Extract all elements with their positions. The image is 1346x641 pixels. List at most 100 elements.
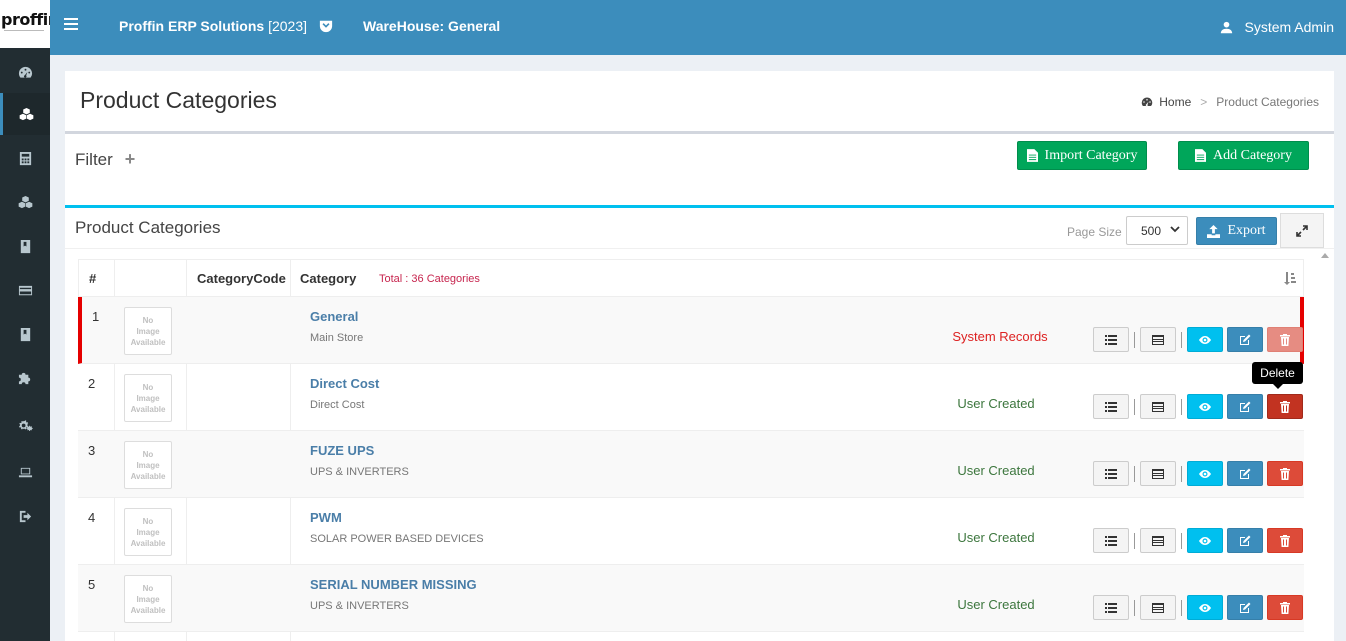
eye-icon [1199,603,1211,612]
sidebar-item-payments[interactable] [0,269,50,311]
header-category[interactable]: Category [300,271,356,286]
edit-button[interactable] [1227,595,1263,620]
sidebar-item-logout[interactable] [0,495,50,537]
table-row[interactable] [78,632,1304,641]
pocket-shield-icon[interactable] [319,19,333,33]
edit-button[interactable] [1227,528,1263,553]
user-icon [1220,21,1232,33]
list-button[interactable] [1093,528,1129,553]
edit-icon [1240,602,1251,613]
dashboard-icon [1141,97,1153,107]
file-icon [1195,149,1207,162]
page-size-select[interactable]: 500 [1126,216,1188,245]
table-row[interactable]: 1 No Image Available General Main Store Sy… [78,297,1304,364]
scroll-up-arrow[interactable] [1321,253,1329,258]
laptop-icon [18,467,32,477]
sidebar-item-modules[interactable] [0,357,50,399]
no-image-placeholder: No Image Available [124,374,172,422]
list-icon [1105,468,1117,479]
category-name-link[interactable]: General [310,309,358,324]
add-category-button[interactable]: Add Category [1178,141,1309,170]
delete-button[interactable] [1267,595,1303,620]
list-button[interactable] [1093,394,1129,419]
delete-button[interactable] [1267,394,1303,419]
logo-text: proffin [1,10,50,29]
trash-icon [1280,467,1290,480]
sidebar-item-products[interactable] [0,93,50,135]
details-button[interactable] [1140,327,1176,352]
menu-toggle-icon[interactable] [64,18,78,30]
add-category-label: Add Category [1213,147,1292,163]
company-name[interactable]: Proffin ERP Solutions [2023] [119,18,307,34]
sidebar-item-dashboard[interactable] [0,51,50,93]
import-category-button[interactable]: Import Category [1017,141,1147,170]
list-button[interactable] [1093,461,1129,486]
expand-button[interactable] [1280,213,1324,248]
category-name-link[interactable]: SERIAL NUMBER MISSING [310,577,477,592]
sidebar-item-inventory[interactable] [0,181,50,223]
calculator-icon [19,151,31,165]
user-menu[interactable]: System Admin [1220,19,1334,35]
page-size-value: 500 [1141,223,1162,238]
list-button[interactable] [1093,327,1129,352]
trash-icon [1280,534,1290,547]
table-row[interactable]: 4 No Image Available PWM SOLAR POWER BASED… [78,498,1304,565]
details-button[interactable] [1140,461,1176,486]
category-parent: SOLAR POWER BASED DEVICES [310,533,484,545]
sort-icon[interactable] [1283,271,1297,285]
sidebar-item-ledger[interactable] [0,225,50,267]
row-actions [1093,461,1303,486]
details-button[interactable] [1140,595,1176,620]
table-row[interactable]: 3 No Image Available FUZE UPS UPS & INVERT… [78,431,1304,498]
export-button[interactable]: Export [1196,217,1277,245]
details-button[interactable] [1140,528,1176,553]
details-button[interactable] [1140,394,1176,419]
filter-label: Filter [75,149,113,169]
edit-icon [1240,334,1251,345]
eye-icon [1199,469,1211,478]
view-button[interactable] [1187,461,1223,486]
edit-icon [1240,468,1251,479]
main-content: Product Categories Home > Product Catego… [65,71,1334,641]
sidebar-item-system[interactable] [0,451,50,493]
status-label: User Created [957,463,1035,478]
logo[interactable]: proffin [0,0,50,48]
trash-icon [1280,400,1290,413]
edit-button[interactable] [1227,327,1263,352]
category-parent: UPS & INVERTERS [310,600,409,612]
delete-button[interactable] [1267,461,1303,486]
row-num: 1 [92,309,100,324]
dashboard-icon [18,66,32,78]
table-row[interactable]: 2 No Image Available Direct Cost Direct Co… [78,364,1304,431]
list-button[interactable] [1093,595,1129,620]
warehouse-selector[interactable]: WareHouse: General [363,18,500,34]
view-button[interactable] [1187,327,1223,352]
no-image-placeholder: No Image Available [124,508,172,556]
delete-button[interactable] [1267,528,1303,553]
breadcrumb-home-link[interactable]: Home [1159,95,1191,109]
delete-button-disabled [1267,327,1303,352]
table-row[interactable]: 5 No Image Available SERIAL NUMBER MISSING… [78,565,1304,632]
edit-button[interactable] [1227,394,1263,419]
sidebar-item-reports[interactable] [0,313,50,355]
list-icon [1105,535,1117,546]
status-label: System Records [952,329,1048,344]
import-category-label: Import Category [1044,147,1138,163]
category-name-link[interactable]: FUZE UPS [310,443,374,458]
cubes-icon [19,107,34,120]
company-label: Proffin ERP Solutions [119,18,265,34]
view-button[interactable] [1187,394,1223,419]
sidebar-item-accounts[interactable] [0,137,50,179]
category-name-link[interactable]: PWM [310,510,342,525]
sidebar-item-settings[interactable] [0,404,50,446]
user-name: System Admin [1244,19,1334,35]
view-button[interactable] [1187,595,1223,620]
header-category-code[interactable]: CategoryCode [197,271,286,286]
list-icon [1105,602,1117,613]
view-button[interactable] [1187,528,1223,553]
category-name-link[interactable]: Direct Cost [310,376,379,391]
edit-button[interactable] [1227,461,1263,486]
filter-toggle[interactable]: Filter + [75,149,135,170]
book-alt-icon [20,327,30,341]
eye-icon [1199,402,1211,411]
